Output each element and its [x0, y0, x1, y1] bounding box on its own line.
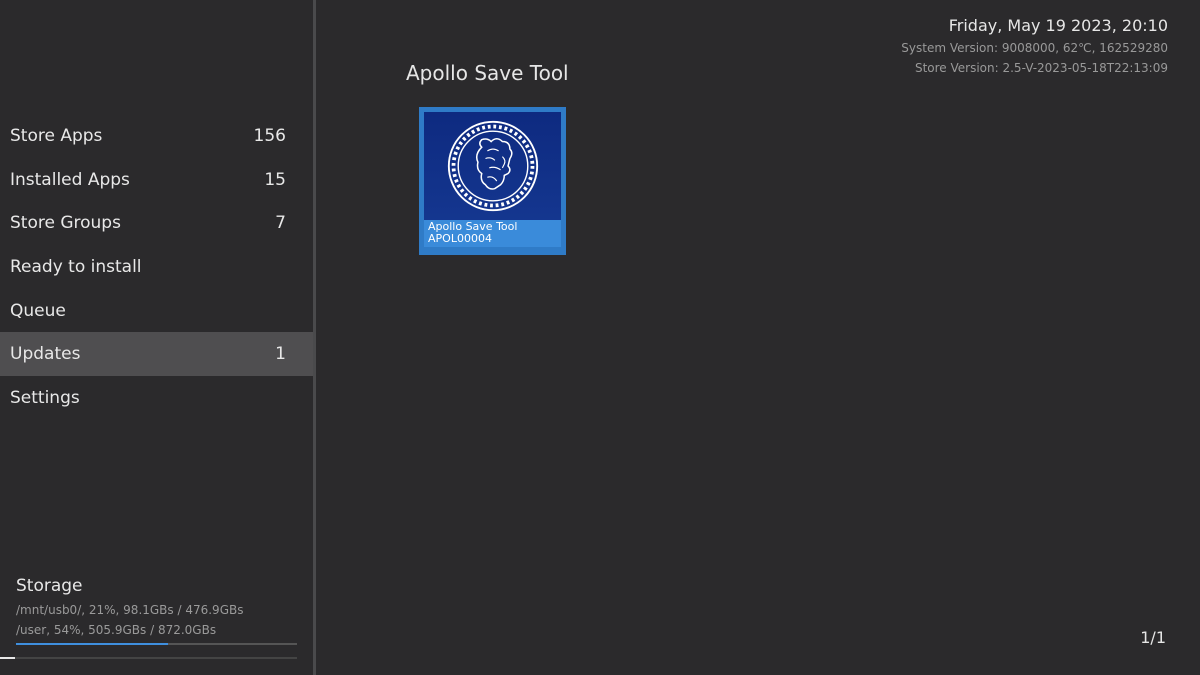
- store-version: Store Version: 2.5-V-2023-05-18T22:13:09: [914, 61, 1168, 75]
- sidebar-item-label: Installed Apps: [10, 169, 130, 190]
- sidebar-item-label: Store Apps: [10, 125, 103, 146]
- sidebar-item-installed-apps[interactable]: Installed Apps 15: [0, 158, 313, 202]
- storage-usb-line: /mnt/usb0/, 21%, 98.1GBs / 476.9GBs: [16, 603, 244, 617]
- sidebar-item-label: Settings: [10, 387, 80, 408]
- app-tile-id: APOL00004: [428, 233, 492, 245]
- section-title: Apollo Save Tool: [406, 61, 569, 85]
- sidebar: Store Apps 156 Installed Apps 15 Store G…: [0, 0, 313, 675]
- app-tile-name: Apollo Save Tool: [428, 221, 518, 233]
- sidebar-item-count: 1: [275, 344, 286, 365]
- app-tile-label: Apollo Save Tool APOL00004: [424, 220, 561, 247]
- sidebar-item-settings[interactable]: Settings: [0, 376, 313, 420]
- sidebar-scrollbar[interactable]: [0, 657, 297, 659]
- apollo-medallion-icon: [424, 112, 561, 220]
- sidebar-item-label: Updates: [10, 344, 81, 365]
- sidebar-item-count: 15: [264, 169, 286, 190]
- sidebar-item-updates[interactable]: Updates 1: [0, 332, 313, 377]
- storage-title: Storage: [16, 576, 83, 596]
- sidebar-scroll-thumb[interactable]: [0, 657, 15, 659]
- storage-panel: Storage /mnt/usb0/, 21%, 98.1GBs / 476.9…: [16, 576, 297, 645]
- sidebar-item-count: 156: [253, 125, 286, 146]
- sidebar-menu: Store Apps 156 Installed Apps 15 Store G…: [0, 114, 313, 420]
- storage-usage-bar: [16, 643, 297, 645]
- sidebar-item-store-groups[interactable]: Store Groups 7: [0, 201, 313, 245]
- storage-usage-fill: [16, 643, 168, 645]
- header-info: Friday, May 19 2023, 20:10 System Versio…: [901, 14, 1168, 78]
- sidebar-item-label: Ready to install: [10, 256, 142, 277]
- datetime: Friday, May 19 2023, 20:10: [948, 16, 1168, 35]
- apollo-medallion-svg: [447, 120, 538, 212]
- sidebar-item-label: Queue: [10, 300, 66, 321]
- sidebar-item-store-apps[interactable]: Store Apps 156: [0, 114, 313, 158]
- sidebar-item-count: 7: [275, 213, 286, 234]
- page-indicator: 1/1: [1140, 628, 1166, 647]
- sidebar-item-queue[interactable]: Queue: [0, 289, 313, 333]
- app-tile[interactable]: Apollo Save Tool APOL00004: [419, 107, 566, 255]
- store-screen: Store Apps 156 Installed Apps 15 Store G…: [0, 0, 1200, 675]
- sidebar-divider: [313, 0, 316, 675]
- sidebar-item-ready-to-install[interactable]: Ready to install: [0, 245, 313, 289]
- system-version: System Version: 9008000, 62℃, 162529280: [901, 41, 1168, 55]
- sidebar-item-label: Store Groups: [10, 213, 121, 234]
- storage-user-line: /user, 54%, 505.9GBs / 872.0GBs: [16, 623, 217, 637]
